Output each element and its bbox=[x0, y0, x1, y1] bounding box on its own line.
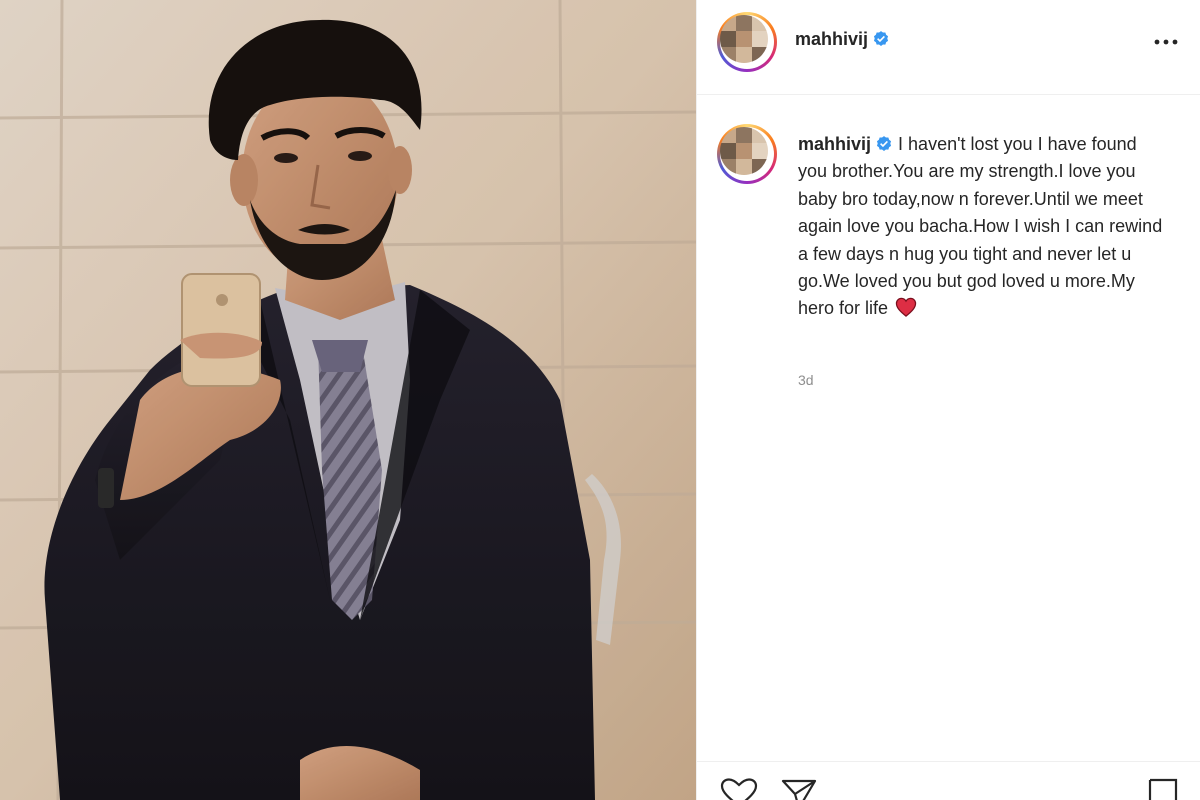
post-sidebar: mahhivij mahhivij I haven't lost you I h… bbox=[696, 0, 1200, 800]
action-bar bbox=[697, 761, 1200, 800]
verified-badge-icon bbox=[873, 31, 889, 46]
header-username[interactable]: mahhivij bbox=[795, 29, 890, 50]
caption-avatar[interactable] bbox=[717, 124, 777, 184]
instagram-post: mahhivij mahhivij I haven't lost you I h… bbox=[0, 0, 1200, 800]
post-header: mahhivij bbox=[697, 0, 1200, 95]
header-username-text[interactable]: mahhivij bbox=[795, 29, 868, 49]
bookmark-icon bbox=[1148, 778, 1178, 800]
post-timestamp[interactable]: 3d bbox=[798, 372, 814, 388]
caption-avatar-image bbox=[720, 127, 768, 175]
paper-plane-icon bbox=[781, 779, 817, 800]
like-button[interactable] bbox=[719, 778, 759, 800]
more-horizontal-icon bbox=[1154, 39, 1178, 45]
selfie-illustration bbox=[0, 0, 696, 800]
caption-text-block: mahhivij I haven't lost you I have found… bbox=[798, 131, 1168, 323]
post-photo[interactable] bbox=[0, 0, 696, 800]
avatar-image bbox=[720, 15, 768, 63]
caption-text: I haven't lost you I have found you brot… bbox=[798, 134, 1163, 319]
share-button[interactable] bbox=[779, 778, 819, 800]
save-button[interactable] bbox=[1143, 778, 1183, 800]
red-heart-emoji-icon bbox=[895, 298, 917, 318]
author-avatar[interactable] bbox=[717, 12, 777, 72]
verified-badge-icon bbox=[876, 136, 892, 151]
caption-username[interactable]: mahhivij bbox=[798, 134, 871, 154]
heart-outline-icon bbox=[720, 778, 758, 800]
more-options-button[interactable] bbox=[1149, 28, 1183, 56]
